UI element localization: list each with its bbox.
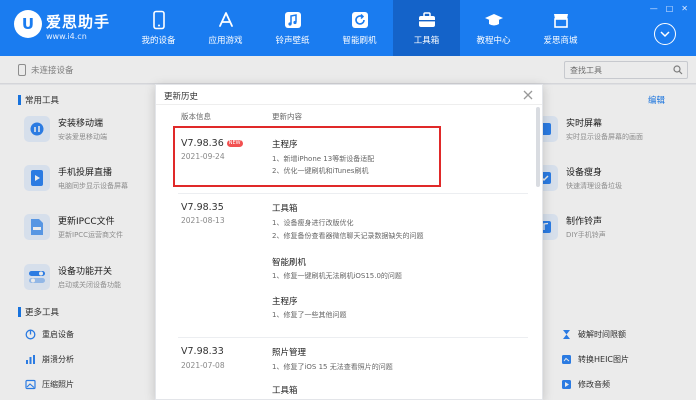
nav-toolbox[interactable]: 工具箱	[393, 0, 460, 56]
nav-label: 铃声壁纸	[275, 36, 310, 46]
release-divider	[178, 193, 528, 194]
nav-store[interactable]: 爱思商城	[527, 0, 594, 56]
change-category: 主程序	[272, 297, 298, 307]
main-nav: 我的设备 应用游戏 铃声壁纸 智能刷机 工具箱 教程中心 爱思商城	[125, 0, 594, 56]
nav-tutorials[interactable]: 教程中心	[460, 0, 527, 56]
refresh-icon	[351, 12, 368, 28]
phone-icon	[152, 10, 165, 30]
nav-label: 爱思商城	[543, 36, 578, 46]
release-divider	[178, 337, 528, 338]
release-date: 2021-08-13	[181, 216, 225, 225]
minimize-button[interactable]: —	[650, 4, 658, 13]
column-version: 版本信息	[181, 112, 211, 121]
column-content: 更新内容	[272, 112, 302, 121]
nav-label: 工具箱	[413, 36, 440, 46]
nav-label: 我的设备	[141, 36, 176, 46]
nav-label: 应用游戏	[208, 36, 243, 46]
change-item: 2、修复备份查看器微信聊天记录数据缺失的问题	[272, 232, 424, 240]
nav-ringtones[interactable]: 铃声壁纸	[259, 0, 326, 56]
close-window-button[interactable]: ✕	[681, 4, 688, 13]
update-history-dialog: 更新历史 版本信息 更新内容 V7.98.36 NEW 2021-09-24 主…	[155, 84, 543, 400]
release-version: V7.98.35	[181, 202, 224, 213]
release-date: 2021-07-08	[181, 361, 225, 370]
brand-name: 爱思助手	[46, 13, 111, 31]
dialog-title: 更新历史	[164, 92, 199, 102]
graduation-cap-icon	[484, 14, 503, 26]
store-icon	[553, 14, 568, 28]
change-category: 工具箱	[272, 204, 298, 214]
change-item: 1、设备瘦身进行改版优化	[272, 219, 354, 227]
nav-apps-games[interactable]: 应用游戏	[192, 0, 259, 56]
music-icon	[284, 12, 301, 28]
change-item: 1、修复一键刷机无法刷机iOS15.0的问题	[272, 272, 402, 280]
change-category: 智能刷机	[272, 258, 307, 268]
nav-my-device[interactable]: 我的设备	[125, 0, 192, 56]
change-category: 工具箱	[272, 386, 298, 396]
download-button[interactable]	[654, 23, 676, 45]
scrollbar[interactable]	[536, 107, 540, 187]
app-logo: U	[14, 10, 42, 38]
app-store-icon	[218, 12, 233, 27]
change-item: 1、修复了一些其他问题	[272, 311, 347, 319]
top-bar: U 爱思助手 www.i4.cn 我的设备 应用游戏 铃声壁纸 智能刷机 工具箱…	[0, 0, 696, 56]
dialog-header: 更新历史	[156, 85, 542, 105]
change-item: 1、修复了iOS 15 无法查看照片的问题	[272, 363, 393, 371]
change-category: 照片管理	[272, 348, 307, 358]
toolbox-icon	[418, 12, 435, 27]
brand-url: www.i4.cn	[46, 32, 87, 41]
nav-label: 教程中心	[476, 36, 511, 46]
close-icon[interactable]	[522, 89, 534, 101]
maximize-button[interactable]: □	[666, 4, 674, 13]
window-controls: — □ ✕	[650, 4, 688, 13]
chevron-down-icon	[660, 31, 670, 38]
highlight-box	[173, 126, 441, 187]
nav-smart-flash[interactable]: 智能刷机	[326, 0, 393, 56]
nav-label: 智能刷机	[342, 36, 377, 46]
release-version: V7.98.33	[181, 346, 224, 357]
